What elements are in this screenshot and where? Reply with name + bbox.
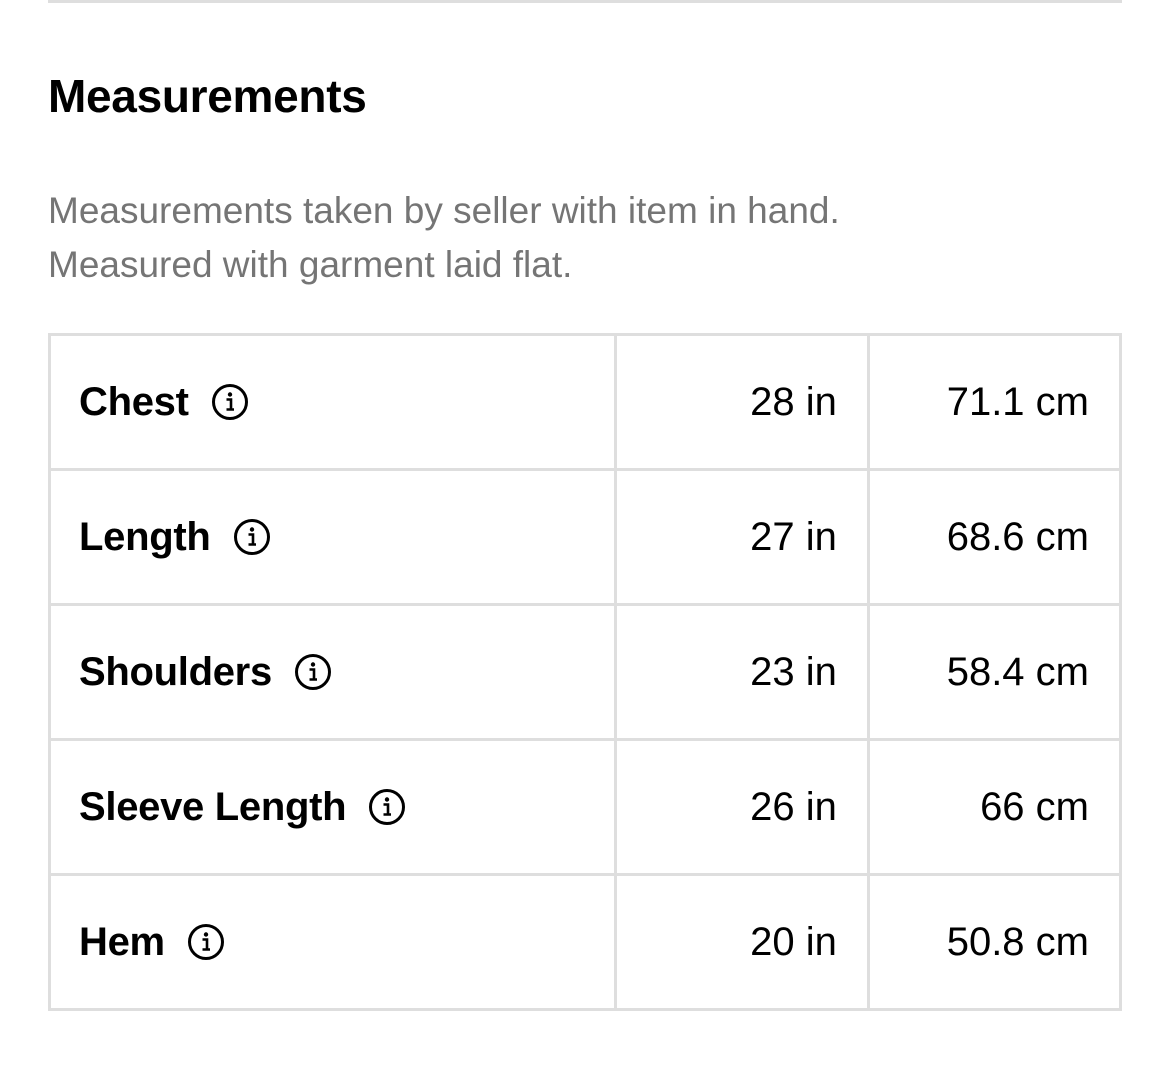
measurement-label: Shoulders [79, 649, 272, 694]
table-row: Hem 20 in 50.8 cm [48, 873, 1123, 1011]
measurement-cm: 66 cm [866, 738, 1123, 876]
measurement-cm: 50.8 cm [866, 873, 1123, 1011]
measurement-label-cell: Chest [48, 333, 617, 471]
measurement-cm: 58.4 cm [866, 603, 1123, 741]
measurements-table: Chest 28 in 71.1 cm Length 27 in 68.6 cm… [48, 333, 1123, 1011]
measurement-label-cell: Sleeve Length [48, 738, 617, 876]
info-icon[interactable] [233, 518, 271, 556]
description-line: Measurements taken by seller with item i… [48, 190, 840, 231]
section-description: Measurements taken by seller with item i… [48, 184, 1122, 292]
measurement-label: Hem [79, 919, 165, 964]
table-row: Length 27 in 68.6 cm [48, 468, 1123, 606]
measurement-cm: 71.1 cm [866, 333, 1123, 471]
info-icon[interactable] [294, 653, 332, 691]
info-icon[interactable] [368, 788, 406, 826]
measurement-label: Sleeve Length [79, 784, 347, 829]
table-row: Sleeve Length 26 in 66 cm [48, 738, 1123, 876]
info-icon[interactable] [187, 923, 225, 961]
info-icon[interactable] [211, 383, 249, 421]
measurement-inches: 23 in [613, 603, 870, 741]
measurement-inches: 26 in [613, 738, 870, 876]
description-line: Measured with garment laid flat. [48, 244, 573, 285]
measurement-label: Length [79, 514, 211, 559]
section-title: Measurements [48, 70, 367, 122]
measurement-inches: 27 in [613, 468, 870, 606]
measurement-inches: 20 in [613, 873, 870, 1011]
measurement-inches: 28 in [613, 333, 870, 471]
table-row: Shoulders 23 in 58.4 cm [48, 603, 1123, 741]
measurement-label: Chest [79, 379, 189, 424]
table-row: Chest 28 in 71.1 cm [48, 333, 1123, 471]
measurement-label-cell: Shoulders [48, 603, 617, 741]
measurement-label-cell: Length [48, 468, 617, 606]
measurement-cm: 68.6 cm [866, 468, 1123, 606]
top-divider [48, 0, 1122, 3]
measurement-label-cell: Hem [48, 873, 617, 1011]
